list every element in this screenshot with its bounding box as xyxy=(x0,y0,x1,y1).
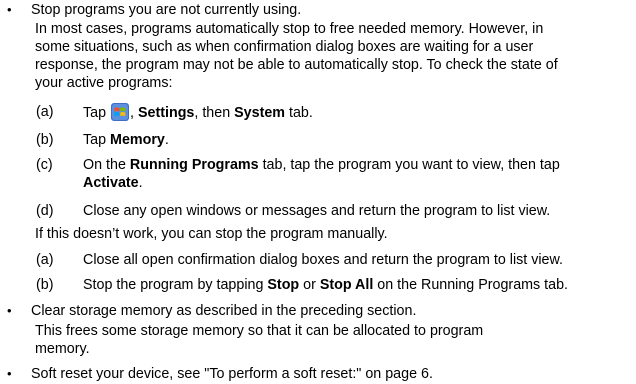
bullet-title: Soft reset your device, see "To perform … xyxy=(31,366,433,382)
step-text: Tap , Settings, then System tab. xyxy=(83,103,313,121)
step-text: On the Running Programs tab, tap the pro… xyxy=(83,157,560,173)
step-text-continued: Activate. xyxy=(83,175,143,191)
step-label: (c) xyxy=(36,157,53,173)
paragraph-line: response, the program may not be able to… xyxy=(35,57,558,73)
paragraph-line: This frees some storage memory so that i… xyxy=(35,323,484,339)
windows-start-icon xyxy=(111,103,130,121)
step-label: (b) xyxy=(36,132,54,148)
step-label: (d) xyxy=(36,203,54,219)
step-label: (a) xyxy=(36,104,54,120)
bullet-title: Clear storage memory as described in the… xyxy=(31,303,417,319)
step-text: Tap Memory. xyxy=(83,132,169,148)
bullet: • xyxy=(7,366,12,381)
paragraph-line: In most cases, programs automatically st… xyxy=(35,21,544,37)
step-text: Close all open confirmation dialog boxes… xyxy=(83,252,563,268)
paragraph-line: some situations, such as when confirmati… xyxy=(35,39,534,55)
paragraph-line: memory. xyxy=(35,341,90,357)
bullet: • xyxy=(7,303,12,318)
bullet-title: Stop programs you are not currently usin… xyxy=(31,2,302,18)
paragraph-line: your active programs: xyxy=(35,75,173,91)
fallback-text: If this doesn’t work, you can stop the p… xyxy=(35,226,388,242)
step-label: (a) xyxy=(36,252,54,268)
step-label: (b) xyxy=(36,277,54,293)
step-text: Stop the program by tapping Stop or Stop… xyxy=(83,277,569,293)
step-text: Close any open windows or messages and r… xyxy=(83,203,551,219)
bullet: • xyxy=(7,2,12,17)
